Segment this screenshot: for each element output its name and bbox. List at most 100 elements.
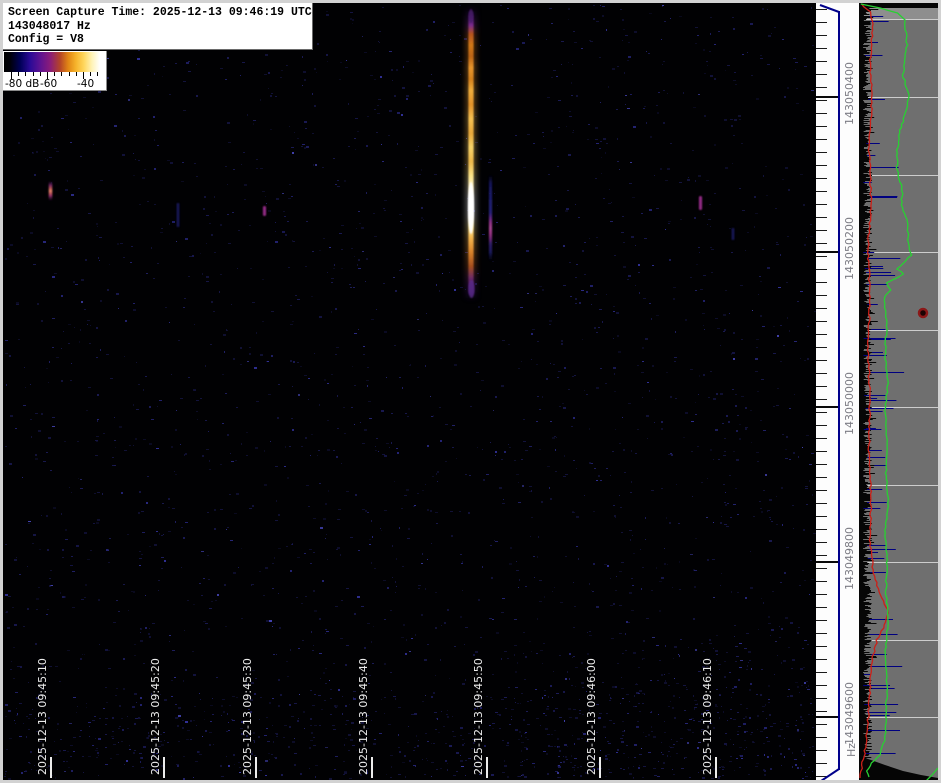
noise-speckle xyxy=(413,765,416,766)
noise-speckle xyxy=(67,180,68,182)
noise-speckle xyxy=(157,263,159,264)
noise-speckle xyxy=(680,639,682,640)
noise-speckle xyxy=(704,115,706,117)
noise-speckle xyxy=(316,72,317,73)
noise-speckle xyxy=(678,523,680,524)
noise-speckle xyxy=(449,745,452,747)
noise-speckle xyxy=(731,697,732,698)
noise-speckle xyxy=(741,143,743,144)
noise-speckle xyxy=(80,329,81,331)
noise-speckle xyxy=(613,603,615,605)
spectrum-bin xyxy=(859,150,871,151)
spectrum-bin xyxy=(859,232,865,233)
spectrum-bin xyxy=(859,162,864,163)
noise-speckle xyxy=(275,733,278,734)
noise-speckle xyxy=(194,706,196,707)
noise-speckle xyxy=(405,653,407,655)
noise-speckle xyxy=(495,396,497,398)
noise-speckle xyxy=(775,208,777,209)
noise-speckle xyxy=(594,468,596,469)
noise-speckle xyxy=(729,475,731,476)
noise-speckle xyxy=(543,751,546,752)
spectrum-bin xyxy=(859,409,865,410)
spectrum-bin xyxy=(859,250,866,251)
noise-speckle xyxy=(707,65,708,66)
noise-speckle xyxy=(386,443,389,444)
noise-speckle xyxy=(5,353,8,354)
noise-speckle xyxy=(303,711,305,713)
noise-speckle xyxy=(724,524,727,525)
noise-speckle xyxy=(668,223,670,224)
noise-speckle xyxy=(502,598,505,599)
noise-speckle xyxy=(311,732,313,734)
noise-speckle xyxy=(435,675,436,676)
spectrum-bin xyxy=(859,459,866,460)
noise-speckle xyxy=(698,175,701,177)
noise-speckle xyxy=(372,663,374,664)
noise-speckle xyxy=(748,662,749,663)
noise-speckle xyxy=(435,729,437,730)
noise-speckle xyxy=(260,99,261,101)
noise-speckle xyxy=(421,217,423,219)
noise-speckle xyxy=(511,709,514,710)
noise-speckle xyxy=(151,419,154,420)
noise-speckle xyxy=(65,539,68,540)
noise-speckle xyxy=(123,584,125,585)
noise-speckle xyxy=(784,96,786,98)
noise-speckle xyxy=(551,130,553,132)
noise-speckle xyxy=(241,443,242,445)
noise-speckle xyxy=(492,22,494,23)
noise-speckle xyxy=(664,21,666,22)
noise-speckle xyxy=(736,656,739,657)
noise-speckle xyxy=(20,666,22,668)
spectrum-bin xyxy=(859,125,870,126)
spectrum-bin xyxy=(859,223,865,224)
noise-speckle xyxy=(579,710,581,711)
noise-speckle xyxy=(767,267,770,269)
noise-speckle xyxy=(779,637,781,638)
spectrum-bin xyxy=(859,169,870,170)
noise-speckle xyxy=(398,734,399,736)
noise-speckle xyxy=(348,750,350,751)
noise-speckle xyxy=(741,396,744,397)
noise-speckle xyxy=(220,509,223,510)
noise-speckle xyxy=(694,586,696,588)
noise-speckle xyxy=(462,683,465,685)
noise-speckle xyxy=(550,498,552,500)
noise-speckle xyxy=(98,738,101,740)
time-tick xyxy=(163,757,165,778)
noise-speckle xyxy=(275,96,277,97)
noise-speckle xyxy=(220,68,223,69)
noise-speckle xyxy=(436,523,438,524)
noise-speckle xyxy=(392,80,393,81)
noise-speckle xyxy=(526,711,528,712)
noise-speckle xyxy=(424,659,427,661)
noise-speckle xyxy=(149,443,152,445)
noise-speckle xyxy=(777,335,779,337)
noise-speckle xyxy=(753,516,755,517)
noise-speckle xyxy=(798,627,800,628)
spectrum-bin xyxy=(859,557,868,558)
noise-speckle xyxy=(310,725,312,726)
noise-speckle xyxy=(267,241,268,242)
noise-speckle xyxy=(529,491,531,492)
noise-speckle xyxy=(526,748,528,750)
config-text: Config = V8 xyxy=(8,33,312,47)
spectrum-bin xyxy=(859,698,869,699)
noise-speckle xyxy=(613,367,616,369)
noise-speckle xyxy=(760,281,762,282)
noise-speckle xyxy=(768,685,770,687)
noise-speckle xyxy=(649,390,650,392)
noise-speckle xyxy=(691,718,694,719)
noise-speckle xyxy=(638,767,640,769)
legend-minor-tick xyxy=(90,72,91,76)
noise-speckle xyxy=(110,758,112,759)
noise-speckle xyxy=(800,358,801,359)
noise-speckle xyxy=(243,152,245,153)
noise-speckle xyxy=(115,695,117,696)
noise-speckle xyxy=(667,755,668,757)
noise-speckle xyxy=(452,425,455,426)
noise-speckle xyxy=(766,718,767,719)
noise-speckle xyxy=(572,767,575,768)
noise-speckle xyxy=(759,276,761,277)
